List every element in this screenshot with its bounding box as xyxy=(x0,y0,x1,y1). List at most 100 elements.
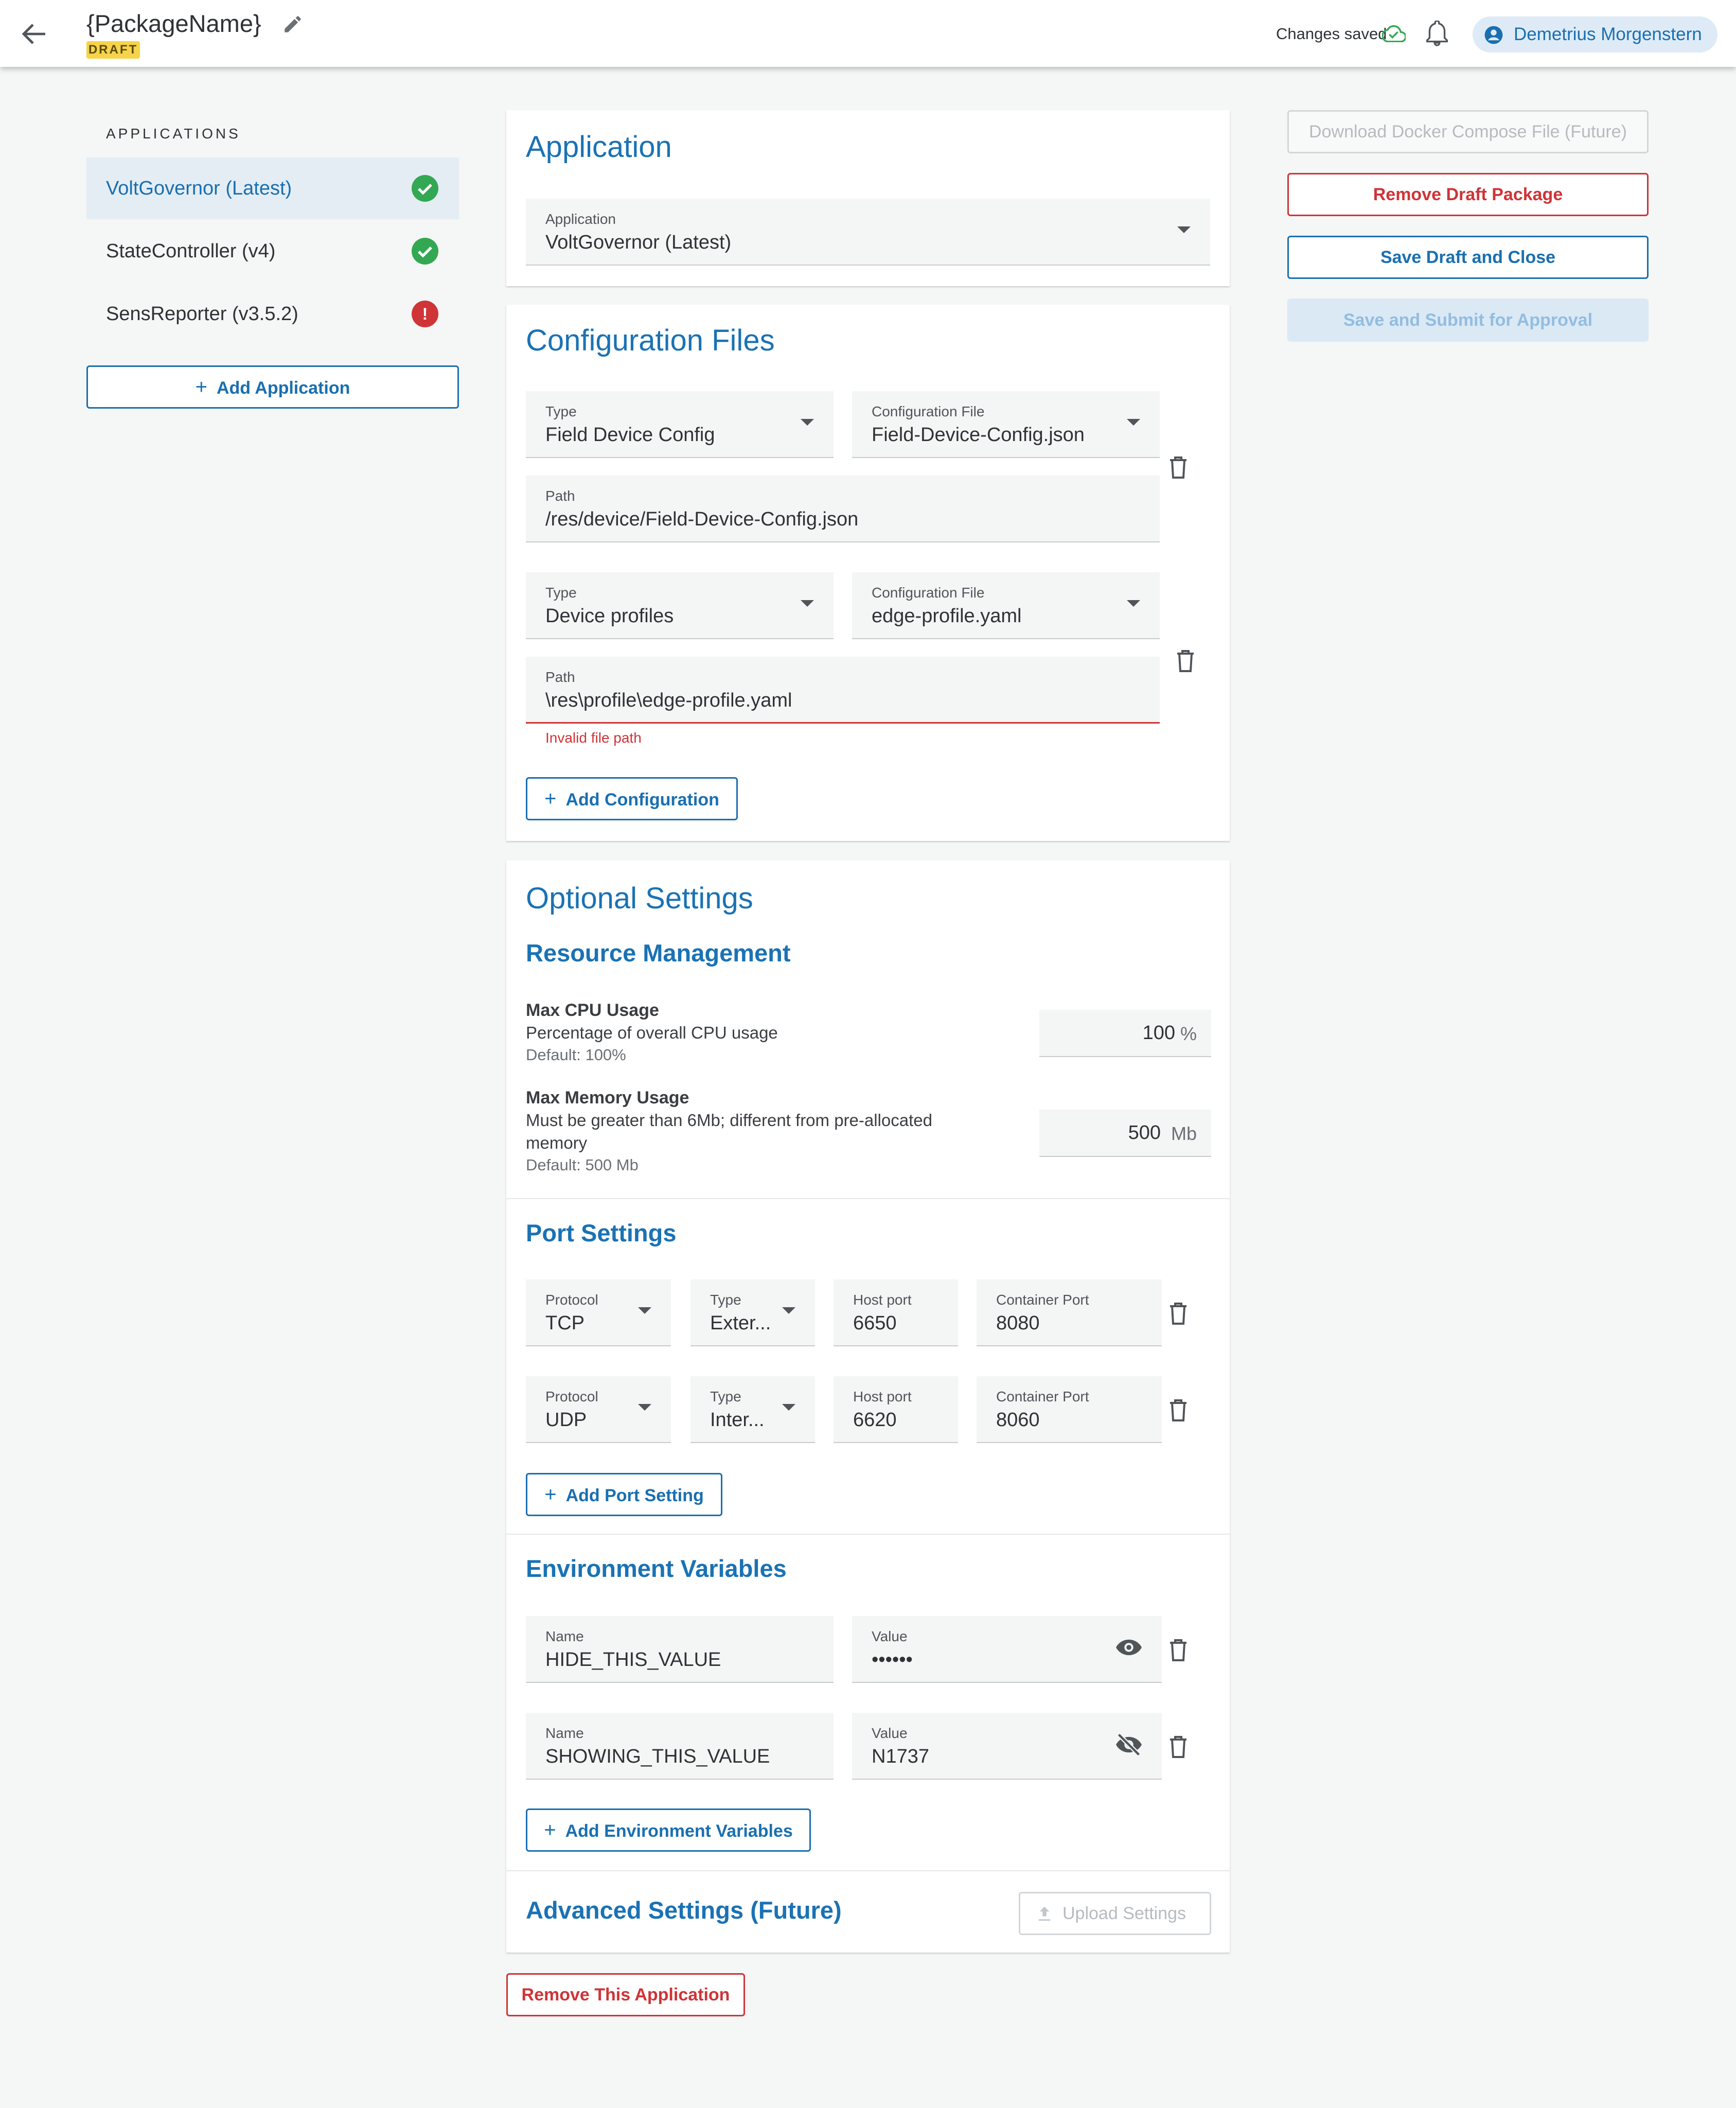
sidebar-item-voltgovernor[interactable]: VoltGovernor (Latest) xyxy=(86,157,459,219)
back-arrow-icon[interactable] xyxy=(21,22,47,46)
host-port-input[interactable]: Host port 6650 xyxy=(834,1279,958,1346)
add-application-button[interactable]: + Add Application xyxy=(86,365,459,409)
cloud-check-icon xyxy=(1382,25,1406,42)
dropdown-arrow-icon xyxy=(801,600,814,607)
field-value: 6650 xyxy=(853,1312,897,1334)
config-type-select[interactable]: Type Device profiles xyxy=(526,572,834,639)
sidebar-item-label: SensReporter (v3.5.2) xyxy=(106,303,298,325)
field-value: Exter... xyxy=(710,1312,771,1334)
env-name-input[interactable]: Name SHOWING_THIS_VALUE xyxy=(526,1713,834,1780)
config-file-select[interactable]: Configuration File edge-profile.yaml xyxy=(852,572,1160,639)
user-menu[interactable]: Demetrius Morgenstern xyxy=(1473,16,1717,52)
trash-icon[interactable] xyxy=(1175,648,1196,673)
field-label: Protocol xyxy=(545,1389,598,1404)
application-select[interactable]: Application VoltGovernor (Latest) xyxy=(526,199,1210,266)
dropdown-arrow-icon xyxy=(782,1404,795,1411)
field-value: /res/device/Field-Device-Config.json xyxy=(545,508,859,530)
add-environment-variable-button[interactable]: + Add Environment Variables xyxy=(526,1808,811,1852)
trash-icon[interactable] xyxy=(1168,1638,1189,1662)
sidebar-item-label: StateController (v4) xyxy=(106,240,276,262)
port-type-select[interactable]: Type Inter... xyxy=(690,1376,815,1443)
edit-pencil-icon[interactable] xyxy=(282,13,304,35)
config-path-input[interactable]: Path /res/device/Field-Device-Config.jso… xyxy=(526,476,1160,542)
env-value-input[interactable]: Value N1737 xyxy=(852,1713,1162,1780)
dropdown-arrow-icon xyxy=(638,1307,651,1314)
package-name: {PackageName} xyxy=(86,10,261,37)
field-label: Value xyxy=(872,1725,908,1741)
status-badge: DRAFT xyxy=(86,41,140,59)
field-label: Path xyxy=(545,488,575,504)
port-protocol-select[interactable]: Protocol TCP xyxy=(526,1279,671,1346)
field-label: Host port xyxy=(853,1389,912,1404)
button-label: Add Application xyxy=(216,378,350,398)
cpu-description: Percentage of overall CPU usage xyxy=(526,1023,778,1042)
field-label: Type xyxy=(710,1292,741,1308)
button-label: Add Port Setting xyxy=(565,1486,704,1505)
field-value: Device profiles xyxy=(545,605,674,627)
env-value-input[interactable]: Value •••••• xyxy=(852,1616,1162,1683)
field-value: •••••• xyxy=(872,1649,913,1671)
remove-application-button[interactable]: Remove This Application xyxy=(506,1973,745,2016)
config-file-select[interactable]: Configuration File Field-Device-Config.j… xyxy=(852,391,1160,458)
dropdown-arrow-icon xyxy=(801,419,814,426)
download-compose-button[interactable]: Download Docker Compose File (Future) xyxy=(1287,110,1649,153)
submit-approval-button[interactable]: Save and Submit for Approval xyxy=(1287,298,1649,342)
field-value: \res\profile\edge-profile.yaml xyxy=(545,690,792,711)
button-label: Add Configuration xyxy=(565,790,719,810)
sidebar-item-sensreporter[interactable]: SensReporter (v3.5.2) ! xyxy=(86,283,459,345)
trash-icon[interactable] xyxy=(1168,455,1189,480)
section-divider xyxy=(506,1198,1230,1199)
field-value: VoltGovernor (Latest) xyxy=(545,232,732,253)
sidebar-item-statecontroller[interactable]: StateController (v4) xyxy=(86,220,459,282)
trash-icon[interactable] xyxy=(1168,1734,1189,1759)
trash-icon[interactable] xyxy=(1168,1301,1189,1326)
cpu-value: 100 xyxy=(1142,1022,1175,1044)
port-type-select[interactable]: Type Exter... xyxy=(690,1279,815,1346)
save-draft-close-button[interactable]: Save Draft and Close xyxy=(1287,236,1649,279)
memory-default: Default: 500 Mb xyxy=(526,1156,639,1174)
memory-usage-input[interactable]: 500 Mb xyxy=(1039,1110,1211,1157)
applications-heading: APPLICATIONS xyxy=(106,126,241,142)
dropdown-arrow-icon xyxy=(638,1404,651,1411)
field-value: Field Device Config xyxy=(545,424,715,446)
trash-icon[interactable] xyxy=(1168,1398,1189,1422)
advanced-settings-title: Advanced Settings (Future) xyxy=(526,1896,842,1924)
config-type-select[interactable]: Type Field Device Config xyxy=(526,391,834,458)
sidebar-item-label: VoltGovernor (Latest) xyxy=(106,178,292,199)
cpu-unit: % xyxy=(1180,1023,1197,1044)
field-value: edge-profile.yaml xyxy=(872,605,1022,627)
eye-icon[interactable] xyxy=(1115,1638,1142,1657)
container-port-input[interactable]: Container Port 8060 xyxy=(977,1376,1162,1443)
remove-draft-button[interactable]: Remove Draft Package xyxy=(1287,173,1649,216)
add-configuration-button[interactable]: + Add Configuration xyxy=(526,777,738,820)
memory-value: 500 xyxy=(1128,1122,1161,1144)
field-label: Path xyxy=(545,669,575,685)
optional-settings-title: Optional Settings xyxy=(526,882,753,915)
field-label: Container Port xyxy=(996,1292,1089,1308)
user-name: Demetrius Morgenstern xyxy=(1514,24,1702,44)
env-name-input[interactable]: Name HIDE_THIS_VALUE xyxy=(526,1616,834,1683)
field-value: HIDE_THIS_VALUE xyxy=(545,1649,721,1671)
account-circle-icon xyxy=(1484,26,1503,44)
path-error-message: Invalid file path xyxy=(545,730,642,746)
host-port-input[interactable]: Host port 6620 xyxy=(834,1376,958,1443)
bell-icon[interactable] xyxy=(1426,21,1448,46)
top-bar: {PackageName} DRAFT Changes saved Demetr… xyxy=(0,0,1736,67)
container-port-input[interactable]: Container Port 8080 xyxy=(977,1279,1162,1346)
field-label: Type xyxy=(545,585,577,601)
add-port-setting-button[interactable]: + Add Port Setting xyxy=(526,1473,722,1516)
optional-settings-card: Optional Settings Resource Management Ma… xyxy=(506,860,1230,1953)
config-path-input-error[interactable]: Path \res\profile\edge-profile.yaml xyxy=(526,657,1160,724)
field-label: Configuration File xyxy=(872,585,985,601)
cpu-usage-input[interactable]: 100 % xyxy=(1039,1010,1211,1057)
check-circle-icon xyxy=(412,175,438,202)
memory-unit: Mb xyxy=(1171,1123,1197,1144)
plus-icon: + xyxy=(544,1819,556,1841)
eye-off-icon[interactable] xyxy=(1115,1733,1142,1756)
dropdown-arrow-icon xyxy=(1127,600,1140,607)
upload-settings-button[interactable]: Upload Settings xyxy=(1019,1892,1211,1935)
port-protocol-select[interactable]: Protocol UDP xyxy=(526,1376,671,1443)
dropdown-arrow-icon xyxy=(782,1307,795,1314)
field-value: TCP xyxy=(545,1312,584,1334)
plus-icon: + xyxy=(544,787,557,810)
